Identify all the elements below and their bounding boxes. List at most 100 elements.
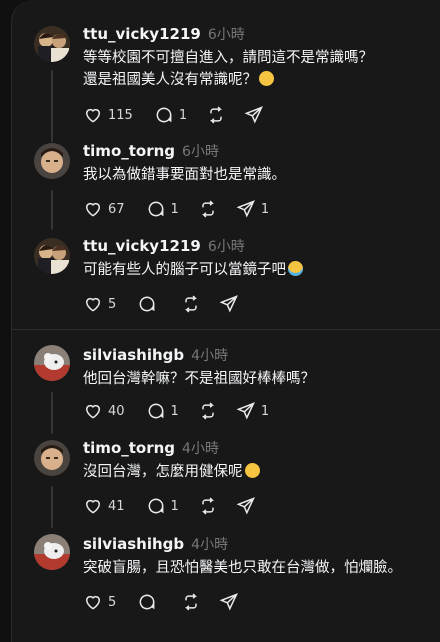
- like-button[interactable]: 5: [83, 294, 116, 314]
- action-bar: 5: [83, 293, 257, 315]
- like-count: 5: [108, 296, 117, 312]
- post-text: 等等校園不可擅自進入，請問這不是常識嗎？ 還是祖國美人沒有常識呢？: [83, 47, 373, 91]
- username[interactable]: silviashihgb: [83, 346, 184, 364]
- timestamp[interactable]: 6小時: [208, 24, 245, 44]
- heart-icon: [85, 404, 101, 419]
- comment-icon: [148, 201, 163, 217]
- repost-icon: [201, 402, 214, 420]
- comment-icon: [148, 403, 163, 419]
- share-button[interactable]: 1: [236, 199, 269, 219]
- repost-icon: [201, 200, 214, 218]
- like-count: 67: [108, 201, 125, 217]
- username[interactable]: timo_torng: [83, 142, 175, 160]
- thread-panel: ttu_vicky1219 6小時 等等校園不可擅自進入，請問這不是常識嗎？ 還…: [11, 0, 440, 642]
- action-bar: 40 1 1: [83, 400, 282, 422]
- post-text-line: 他回台灣幹嘛？不是祖國好棒棒嗎？: [83, 371, 315, 387]
- share-button[interactable]: [219, 592, 244, 612]
- share-icon: [236, 402, 255, 420]
- share-button[interactable]: [236, 496, 261, 516]
- share-icon: [236, 497, 255, 515]
- timestamp[interactable]: 4小時: [182, 438, 219, 458]
- reply-count: 1: [170, 403, 179, 419]
- disappointed-face-icon: [259, 71, 274, 86]
- repost-button[interactable]: [198, 401, 223, 421]
- share-icon: [219, 295, 239, 313]
- repost-icon: [201, 497, 214, 515]
- reply-button[interactable]: [137, 294, 162, 314]
- avatar[interactable]: [34, 26, 70, 62]
- post-text: 我以為做錯事要面對也是常識。: [83, 164, 286, 186]
- reply-button[interactable]: 1: [146, 496, 179, 516]
- username[interactable]: timo_torng: [83, 439, 175, 457]
- repost-button[interactable]: [181, 592, 206, 612]
- like-button[interactable]: 41: [83, 496, 125, 516]
- timestamp[interactable]: 6小時: [208, 236, 245, 256]
- post-text: 他回台灣幹嘛？不是祖國好棒棒嗎？: [83, 368, 315, 390]
- crying-face-icon: [288, 261, 303, 276]
- reply-count: 1: [178, 107, 188, 123]
- heart-icon: [85, 499, 101, 514]
- username[interactable]: ttu_vicky1219: [83, 25, 201, 43]
- thread-divider: [12, 329, 440, 330]
- like-count: 115: [108, 107, 133, 123]
- timestamp[interactable]: 4小時: [191, 534, 228, 554]
- avatar[interactable]: [34, 440, 70, 476]
- thread-connector: [51, 190, 53, 230]
- repost-icon: [185, 593, 198, 611]
- share-button[interactable]: [244, 105, 269, 125]
- avatar[interactable]: [34, 534, 70, 570]
- thread-connector: [51, 486, 53, 528]
- comment-icon: [148, 498, 163, 514]
- repost-icon: [210, 106, 223, 124]
- like-count: 40: [108, 403, 125, 419]
- like-button[interactable]: 115: [83, 105, 133, 125]
- post-text: 突破盲腸，且恐怕醫美也只敢在台灣做，怕爛臉。: [83, 557, 402, 579]
- comment-icon: [139, 296, 155, 312]
- reply-button[interactable]: 1: [146, 401, 179, 421]
- like-count: 5: [108, 594, 117, 610]
- action-bar: 67 1 1: [83, 198, 282, 220]
- share-count: 1: [260, 403, 270, 419]
- post-text: 沒回台灣，怎麼用健保呢: [83, 461, 260, 483]
- share-icon: [219, 593, 239, 611]
- repost-button[interactable]: [181, 294, 206, 314]
- like-button[interactable]: 5: [83, 592, 116, 612]
- avatar[interactable]: [34, 143, 70, 179]
- thread-connector: [51, 392, 53, 434]
- reply-button[interactable]: 1: [146, 199, 179, 219]
- repost-button[interactable]: [198, 496, 223, 516]
- heart-icon: [85, 202, 101, 217]
- timestamp[interactable]: 6小時: [182, 141, 219, 161]
- repost-icon: [185, 295, 198, 313]
- action-bar: 41 1: [83, 495, 274, 517]
- reply-button[interactable]: [137, 592, 162, 612]
- post-text-line: 沒回台灣，怎麼用健保呢: [83, 464, 243, 480]
- post-text-line: 可能有些人的腦子可以當鏡子吧: [83, 262, 286, 278]
- avatar[interactable]: [34, 345, 70, 381]
- comment-icon: [139, 594, 155, 610]
- username[interactable]: silviashihgb: [83, 535, 184, 553]
- post-text-line: 還是祖國美人沒有常識呢？: [83, 72, 257, 88]
- thread-connector: [51, 70, 53, 142]
- post-text-line: 我以為做錯事要面對也是常識。: [83, 167, 286, 183]
- grimacing-face-icon: [244, 463, 260, 478]
- reply-button[interactable]: 1: [154, 105, 187, 125]
- repost-button[interactable]: [206, 105, 231, 125]
- reply-count: 1: [170, 201, 179, 217]
- share-count: 1: [260, 201, 270, 217]
- share-button[interactable]: [219, 294, 244, 314]
- timestamp[interactable]: 4小時: [191, 345, 228, 365]
- share-icon: [236, 200, 255, 218]
- username[interactable]: ttu_vicky1219: [83, 237, 201, 255]
- share-button[interactable]: 1: [236, 401, 269, 421]
- post-text-line: 等等校園不可擅自進入，請問這不是常識嗎？: [83, 50, 373, 66]
- like-button[interactable]: 67: [83, 199, 125, 219]
- post-text: 可能有些人的腦子可以當鏡子吧: [83, 259, 303, 281]
- heart-icon: [85, 297, 101, 312]
- reply-count: 1: [170, 498, 179, 514]
- share-icon: [244, 106, 264, 124]
- like-count: 41: [108, 498, 125, 514]
- like-button[interactable]: 40: [83, 401, 125, 421]
- avatar[interactable]: [34, 238, 70, 274]
- repost-button[interactable]: [198, 199, 223, 219]
